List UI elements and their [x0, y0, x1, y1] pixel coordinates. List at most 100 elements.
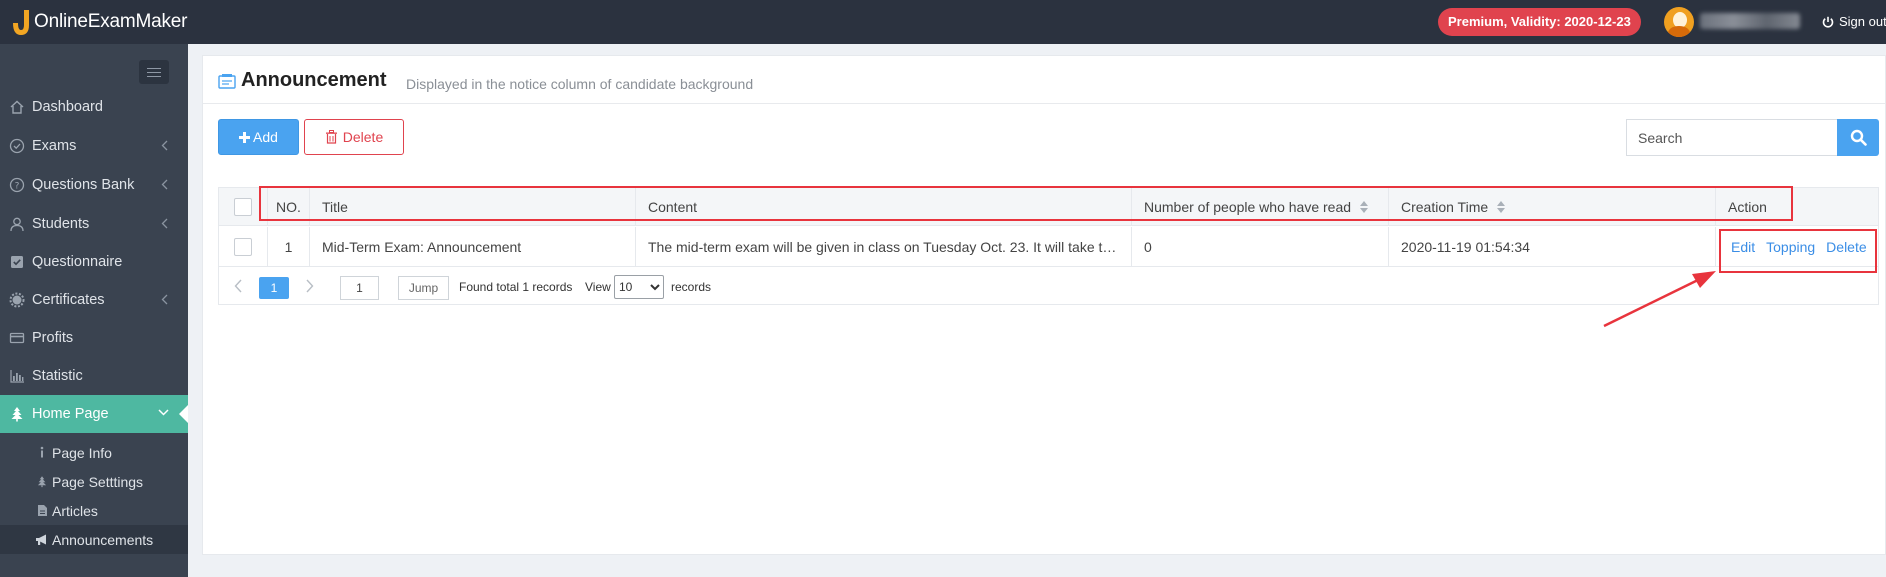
sort-icon[interactable] [1360, 200, 1369, 213]
chevron-down-icon [158, 409, 169, 416]
annotation-arrow-icon [1603, 271, 1716, 328]
trash-icon [325, 130, 337, 144]
page-number-current[interactable]: 1 [259, 277, 289, 299]
sidebar-subitem-announcements[interactable]: Announcements [0, 525, 188, 554]
header-creation-time-label: Creation Time [1401, 198, 1489, 215]
page-title: Announcement [241, 69, 387, 91]
add-button[interactable]: Add [218, 119, 299, 155]
prev-page-icon[interactable] [234, 279, 242, 293]
sidebar-item-statistic[interactable]: Statistic [0, 357, 188, 395]
sidebar-item-dashboard[interactable]: Dashboard [0, 88, 188, 126]
delete-button-label: Delete [342, 129, 384, 145]
sidebar-subitem-label: Articles [52, 502, 98, 519]
search-input[interactable] [1626, 119, 1837, 156]
user-icon [0, 216, 32, 232]
header-action: Action [1728, 198, 1767, 215]
view-label: View [585, 280, 611, 294]
records-found-text: Found total 1 records [459, 280, 573, 294]
sidebar: Dashboard Exams ? Questions Bank Student… [0, 44, 188, 577]
avatar[interactable] [1664, 7, 1694, 37]
chevron-left-icon [161, 140, 168, 151]
checkbox-icon [0, 254, 32, 270]
select-all-checkbox[interactable] [234, 197, 252, 216]
credit-card-icon [0, 330, 32, 346]
sidebar-item-label: Dashboard [32, 99, 103, 115]
header-creation-time[interactable]: Creation Time [1389, 188, 1716, 225]
leaf-icon [32, 475, 52, 488]
jump-page-input[interactable] [340, 276, 379, 300]
page-subtitle: Displayed in the notice column of candid… [406, 76, 754, 92]
top-bar: OnlineExamMaker Premium, Validity: 2020-… [0, 0, 1886, 44]
row-content-cell: The mid-term exam will be given in class… [636, 227, 1132, 266]
sidebar-item-questions-bank[interactable]: ? Questions Bank [0, 166, 188, 204]
row-creation-time: 2020-11-19 01:54:34 [1389, 227, 1716, 266]
file-icon [32, 504, 52, 517]
announcement-icon [218, 73, 236, 92]
chevron-left-icon [161, 179, 168, 190]
sidebar-item-students[interactable]: Students [0, 205, 188, 243]
logo-mark-icon [10, 7, 32, 37]
check-circle-icon [0, 138, 32, 154]
bar-chart-icon [0, 368, 32, 384]
search-button[interactable] [1837, 119, 1879, 156]
gear-icon [0, 292, 32, 308]
header-read-count-label: Number of people who have read [1144, 198, 1352, 215]
sidebar-item-questionnaire[interactable]: Questionnaire [0, 243, 188, 281]
select-all-cell [219, 188, 268, 225]
row-actions: Edit Topping Delete [1716, 227, 1880, 266]
page-size-select[interactable]: 10 [614, 275, 664, 299]
sign-out-button[interactable]: Sign out [1822, 0, 1886, 44]
row-select-cell [219, 227, 268, 266]
sidebar-collapse-button[interactable] [139, 60, 169, 84]
chevron-left-icon [161, 218, 168, 229]
question-circle-icon: ? [0, 177, 32, 193]
info-icon [32, 446, 52, 459]
sidebar-item-profits[interactable]: Profits [0, 319, 188, 357]
sidebar-subitem-label: Announcements [52, 531, 154, 548]
sidebar-item-certificates[interactable]: Certificates [0, 281, 188, 319]
topping-link[interactable]: Topping [1766, 239, 1815, 255]
edit-link[interactable]: Edit [1731, 239, 1755, 255]
sidebar-item-label: Statistic [32, 368, 83, 384]
sidebar-item-exams[interactable]: Exams [0, 127, 188, 165]
table-header: NO. Title Content Number of people who h… [219, 188, 1878, 226]
logo[interactable]: OnlineExamMaker [10, 6, 187, 38]
row-checkbox[interactable] [234, 237, 252, 256]
header-title: Title [310, 188, 636, 225]
username-blurred [1700, 13, 1800, 29]
sidebar-subitem-page-settings[interactable]: Page Setttings [0, 467, 188, 496]
chevron-left-icon [161, 294, 168, 305]
table-row: 1 Mid-Term Exam: Announcement The mid-te… [219, 227, 1878, 267]
sidebar-subitem-page-info[interactable]: Page Info [0, 438, 188, 467]
sidebar-item-home-page[interactable]: Home Page [0, 395, 188, 433]
sign-out-label: Sign out [1839, 14, 1886, 29]
next-page-icon[interactable] [306, 279, 314, 293]
row-title: Mid-Term Exam: Announcement [310, 227, 636, 266]
jump-button[interactable]: Jump [398, 276, 449, 300]
sidebar-item-label: Profits [32, 330, 74, 346]
row-no: 1 [268, 227, 310, 266]
header-content: Content [636, 188, 1132, 225]
sidebar-subitem-articles[interactable]: Articles [0, 496, 188, 525]
logo-text: OnlineExamMaker [34, 11, 188, 32]
home-icon [0, 99, 32, 115]
add-button-label: Add [253, 129, 278, 145]
megaphone-icon [32, 533, 52, 546]
svg-text:?: ? [15, 182, 20, 192]
row-delete-link[interactable]: Delete [1826, 239, 1866, 255]
premium-badge[interactable]: Premium, Validity: 2020-12-23 [1438, 8, 1641, 36]
plus-icon [239, 131, 251, 143]
delete-button[interactable]: Delete [304, 119, 404, 155]
leaf-icon [0, 406, 32, 422]
sidebar-item-label: Questionnaire [32, 254, 123, 270]
search-icon [1850, 129, 1867, 146]
header-no: NO. [268, 188, 310, 225]
page-header: Announcement Displayed in the notice col… [203, 56, 1885, 104]
power-icon [1822, 16, 1834, 28]
header-read-count[interactable]: Number of people who have read [1132, 188, 1389, 225]
sidebar-subitem-label: Page Info [52, 444, 112, 461]
row-content: The mid-term exam will be given in class… [648, 238, 1118, 255]
sort-icon[interactable] [1497, 200, 1506, 213]
records-label: records [671, 280, 712, 294]
sidebar-subitem-label: Page Setttings [52, 473, 144, 490]
